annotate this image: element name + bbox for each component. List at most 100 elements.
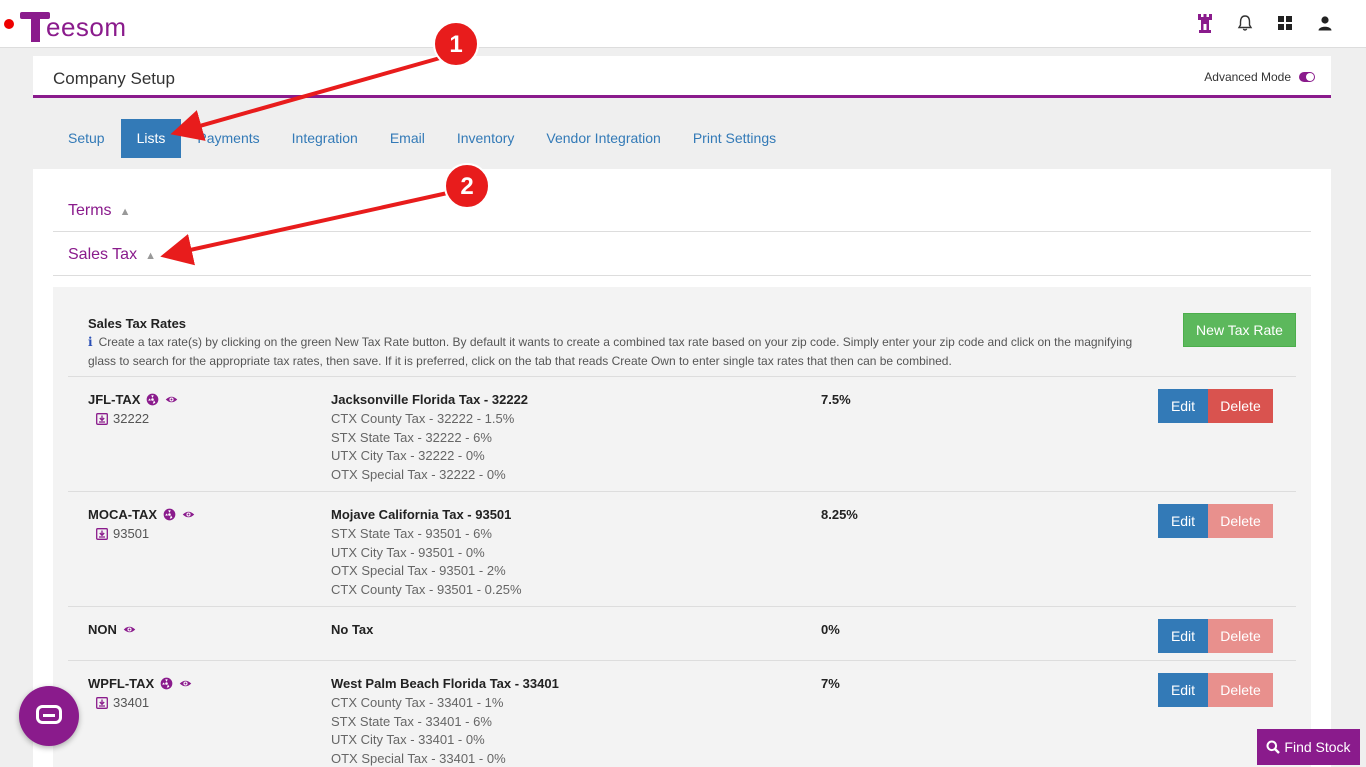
eye-icon[interactable] — [123, 623, 136, 636]
table-row: NON No Tax 0% Edit Delete — [68, 607, 1296, 661]
tax-zip-text: 32222 — [113, 411, 150, 426]
accordion-sales-tax-label: Sales Tax — [68, 246, 138, 263]
tax-component: STX State Tax - 32222 - 6% — [331, 429, 492, 445]
tax-code: MOCA-TAX — [88, 507, 195, 522]
tax-code-text: JFL-TAX — [88, 392, 141, 407]
tab-setup[interactable]: Setup — [52, 119, 121, 158]
tax-component: STX State Tax - 93501 - 6% — [331, 526, 492, 541]
eye-icon[interactable] — [165, 393, 178, 406]
edit-button[interactable]: Edit — [1158, 389, 1208, 423]
info-icon: i — [88, 335, 93, 349]
tax-component: CTX County Tax - 32222 - 1.5% — [331, 411, 515, 426]
teesom-logo[interactable]: eesom — [20, 8, 127, 42]
tax-component: OTX Special Tax - 32222 - 0% — [331, 466, 506, 482]
sort-icon: ▲︎ — [119, 206, 131, 218]
tab-vendor-integration[interactable]: Vendor Integration — [530, 119, 676, 158]
new-tax-rate-button[interactable]: New Tax Rate — [1183, 313, 1296, 347]
download-box-icon — [96, 696, 108, 709]
tab-payments[interactable]: Payments — [181, 119, 275, 158]
tab-inventory[interactable]: Inventory — [441, 119, 531, 158]
tax-rate: 7% — [821, 676, 840, 691]
tax-name: Mojave California Tax - 93501 — [331, 507, 512, 522]
tax-rate: 8.25% — [821, 507, 858, 522]
tax-component: OTX Special Tax - 93501 - 2% — [331, 563, 506, 578]
tax-zip: 93501 — [96, 526, 149, 541]
advanced-mode-toggle[interactable] — [1299, 72, 1315, 82]
tax-code: NON — [88, 622, 136, 637]
chat-widget-button[interactable] — [19, 686, 79, 746]
sales-tax-header: Sales Tax Rates i Create a tax rate(s) by… — [68, 287, 1296, 377]
tax-zip: 33401 — [96, 695, 149, 710]
delete-button[interactable]: Delete — [1208, 389, 1273, 423]
radiation-icon[interactable] — [163, 508, 176, 521]
tab-print-settings[interactable]: Print Settings — [677, 119, 792, 158]
user-icon[interactable] — [1314, 12, 1336, 34]
tax-components: CTX County Tax - 32222 - 1.5% STX State … — [331, 410, 514, 484]
tax-code: JFL-TAX — [88, 392, 178, 407]
accordion-terms[interactable]: Terms ▲︎ — [53, 189, 1311, 232]
radiation-icon[interactable] — [146, 393, 159, 406]
chat-icon — [36, 705, 62, 724]
sales-tax-section: Sales Tax Rates i Create a tax rate(s) by… — [53, 287, 1311, 767]
tax-name: West Palm Beach Florida Tax - 33401 — [331, 676, 559, 691]
top-navbar: eesom — [0, 0, 1366, 48]
delete-button[interactable]: Delete — [1208, 619, 1273, 653]
accordion-sales-tax[interactable]: Sales Tax ▲︎ — [53, 233, 1311, 276]
edit-button[interactable]: Edit — [1158, 673, 1208, 707]
tax-name: Jacksonville Florida Tax - 32222 — [331, 392, 529, 407]
table-row: WPFL-TAX 33401 West Palm Beach Florida T… — [68, 661, 1296, 767]
tax-code: WPFL-TAX — [88, 676, 192, 691]
recording-dot — [4, 19, 14, 29]
logo-t-mark — [20, 10, 54, 42]
setup-tabs: Setup Lists Payments Integration Email I… — [52, 119, 792, 158]
download-box-icon — [96, 527, 108, 540]
edit-button[interactable]: Edit — [1158, 619, 1208, 653]
edit-button[interactable]: Edit — [1158, 504, 1208, 538]
lists-panel: Terms ▲︎ Sales Tax ▲︎ Sales Tax Rates i Cre… — [33, 169, 1331, 767]
grid-icon[interactable] — [1274, 12, 1296, 34]
tax-components: CTX County Tax - 33401 - 1% STX State Ta… — [331, 694, 506, 767]
tax-component: UTX City Tax - 33401 - 0% — [331, 732, 485, 747]
tax-component: UTX City Tax - 93501 - 0% — [331, 544, 485, 560]
eye-icon[interactable] — [179, 677, 192, 690]
tax-rate: 7.5% — [821, 392, 851, 407]
tax-name: No Tax — [331, 622, 374, 637]
tax-component: CTX County Tax - 93501 - 0.25% — [331, 581, 522, 597]
sales-tax-heading: Sales Tax Rates — [88, 316, 187, 331]
tab-email[interactable]: Email — [374, 119, 441, 158]
tax-component: OTX Special Tax - 33401 - 0% — [331, 750, 506, 766]
sort-icon: ▲︎ — [145, 250, 156, 262]
download-box-icon — [96, 412, 108, 425]
search-icon — [1266, 740, 1281, 754]
find-stock-button[interactable]: Find Stock — [1257, 729, 1360, 765]
tax-rate: 0% — [821, 622, 840, 637]
page-title: Company Setup — [53, 69, 175, 88]
accordion-terms-label: Terms — [68, 202, 112, 219]
tax-zip-text: 93501 — [113, 526, 150, 541]
tax-zip: 32222 — [96, 411, 149, 426]
company-setup-header: Company Setup Advanced Mode — [33, 56, 1331, 98]
tax-zip-text: 33401 — [113, 695, 150, 710]
delete-button[interactable]: Delete — [1208, 673, 1273, 707]
eye-icon[interactable] — [182, 508, 195, 521]
tower-icon[interactable] — [1194, 12, 1216, 34]
tax-component: CTX County Tax - 33401 - 1% — [331, 695, 504, 710]
advanced-mode-label: Advanced Mode — [1204, 70, 1291, 84]
bell-icon[interactable] — [1234, 12, 1256, 34]
tax-code-text: MOCA-TAX — [88, 507, 158, 522]
description-text: Create a tax rate(s) by clicking on the … — [88, 335, 1133, 368]
tax-component: UTX City Tax - 32222 - 0% — [331, 448, 485, 463]
delete-button[interactable]: Delete — [1208, 504, 1273, 538]
sales-tax-description: i Create a tax rate(s) by clicking on the… — [88, 333, 1148, 371]
tax-code-text: WPFL-TAX — [88, 676, 155, 691]
tab-integration[interactable]: Integration — [276, 119, 374, 158]
header-icons — [1194, 12, 1336, 34]
table-row: MOCA-TAX 93501 Mojave California Tax - 9… — [68, 492, 1296, 607]
advanced-mode: Advanced Mode — [1204, 70, 1315, 84]
tab-lists[interactable]: Lists — [120, 119, 182, 158]
tax-components: STX State Tax - 93501 - 6% UTX City Tax … — [331, 525, 522, 599]
logo-wordmark: eesom — [46, 12, 127, 42]
tax-code-text: NON — [88, 622, 117, 637]
radiation-icon[interactable] — [160, 677, 173, 690]
find-stock-label: Find Stock — [1284, 739, 1351, 755]
